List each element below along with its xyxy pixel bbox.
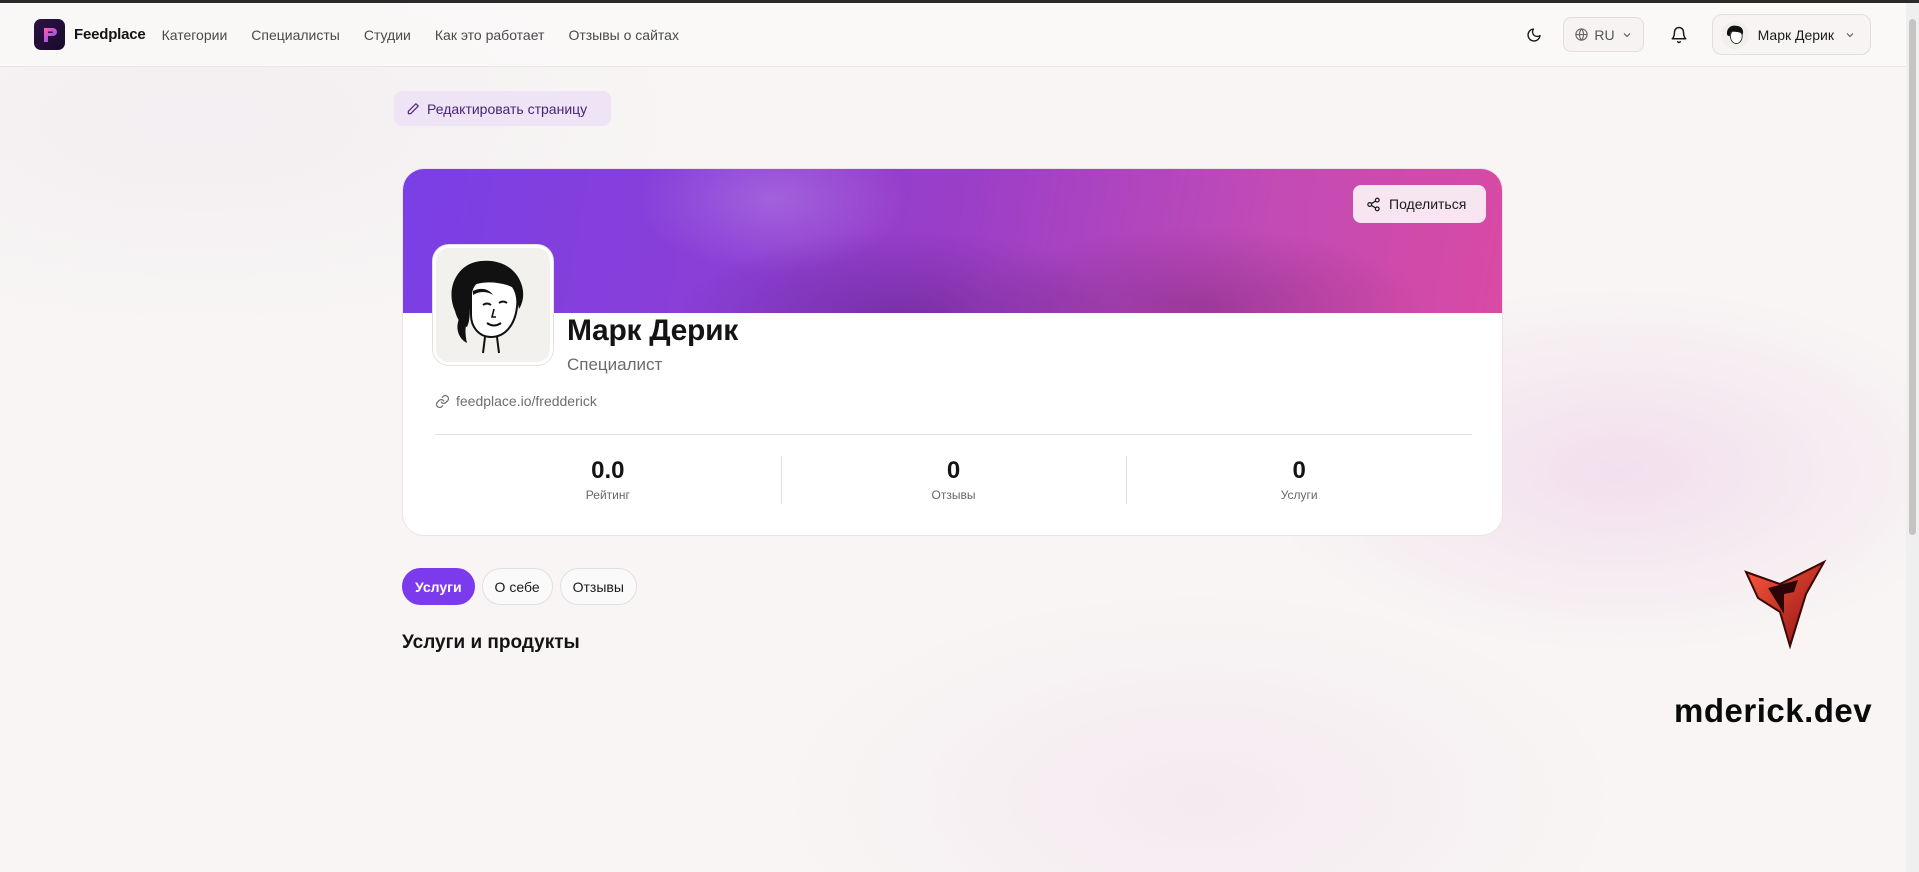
- stat-label: Рейтинг: [585, 488, 630, 502]
- share-label: Поделиться: [1389, 196, 1467, 212]
- chevron-down-icon: [1846, 32, 1854, 37]
- stat-label: Отзывы: [931, 488, 976, 502]
- stat-reviews: 0 Отзывы: [780, 456, 1127, 504]
- logo-icon: [34, 19, 65, 50]
- top-header: Feedplace Категории Специалисты Студии К…: [0, 3, 1906, 67]
- nav-item-specialists[interactable]: Специалисты: [251, 27, 340, 43]
- nav-item-studios[interactable]: Студии: [364, 27, 411, 43]
- stat-value: 0: [946, 457, 961, 484]
- share-button[interactable]: Поделиться: [1353, 185, 1486, 223]
- user-menu-button[interactable]: Марк Дерик: [1711, 14, 1871, 55]
- stat-rating: 0.0 Рейтинг: [435, 456, 781, 504]
- profile-avatar[interactable]: [433, 245, 553, 365]
- theme-toggle-button[interactable]: [1519, 20, 1549, 50]
- edit-page-label: Редактировать страницу: [427, 100, 588, 117]
- link-icon: [435, 394, 450, 408]
- notifications-button[interactable]: [1662, 18, 1696, 52]
- header-actions: RU Марк Дерик: [1519, 14, 1871, 55]
- nav-item-site-reviews[interactable]: Отзывы о сайтах: [568, 27, 679, 43]
- stat-value: 0.0: [591, 457, 625, 484]
- user-name: Марк Дерик: [1757, 26, 1834, 43]
- globe-icon: [1575, 28, 1589, 41]
- brand-name: Feedplace: [74, 26, 146, 43]
- share-icon: [1367, 197, 1380, 211]
- watermark-text: mderick.dev: [1674, 692, 1873, 729]
- profile-banner: [403, 169, 1502, 313]
- profile-tabs: Услуги О себе Отзывы: [402, 568, 644, 605]
- language-value: RU: [1594, 26, 1615, 43]
- bell-icon: [1671, 26, 1687, 43]
- brand-logo[interactable]: Feedplace: [34, 19, 146, 50]
- tab-reviews[interactable]: Отзывы: [559, 568, 637, 605]
- profile-link[interactable]: feedplace.io/fredderick: [435, 393, 597, 409]
- profile-stats: 0.0 Рейтинг 0 Отзывы 0 Услуги: [435, 456, 1472, 504]
- tab-services[interactable]: Услуги: [402, 568, 475, 605]
- main-nav: Категории Специалисты Студии Как это раб…: [162, 27, 703, 43]
- section-title: Услуги и продукты: [402, 632, 580, 653]
- language-select[interactable]: RU: [1563, 17, 1644, 52]
- stat-value: 0: [1292, 457, 1306, 484]
- edit-page-button[interactable]: Редактировать страницу: [394, 91, 611, 126]
- nav-item-categories[interactable]: Категории: [162, 27, 228, 43]
- divider: [435, 434, 1472, 435]
- moon-icon: [1527, 27, 1542, 42]
- nav-item-how-it-works[interactable]: Как это работает: [435, 27, 545, 43]
- stat-label: Услуги: [1280, 488, 1318, 502]
- pencil-icon: [407, 102, 419, 114]
- chevron-down-icon: [1623, 32, 1630, 37]
- scrollbar-thumb[interactable]: [1909, 19, 1916, 535]
- tab-about[interactable]: О себе: [481, 568, 553, 605]
- profile-card: Поделиться Марк Дерик Специалист feedpla…: [402, 168, 1503, 536]
- watermark-logo-icon: [1744, 559, 1827, 650]
- stat-services: 0 Услуги: [1126, 456, 1472, 504]
- avatar: [1720, 20, 1749, 49]
- profile-role: Специалист: [567, 355, 663, 374]
- profile-link-text: feedplace.io/fredderick: [456, 393, 597, 409]
- scrollbar[interactable]: [1906, 3, 1919, 872]
- profile-name: Марк Дерик: [567, 314, 738, 347]
